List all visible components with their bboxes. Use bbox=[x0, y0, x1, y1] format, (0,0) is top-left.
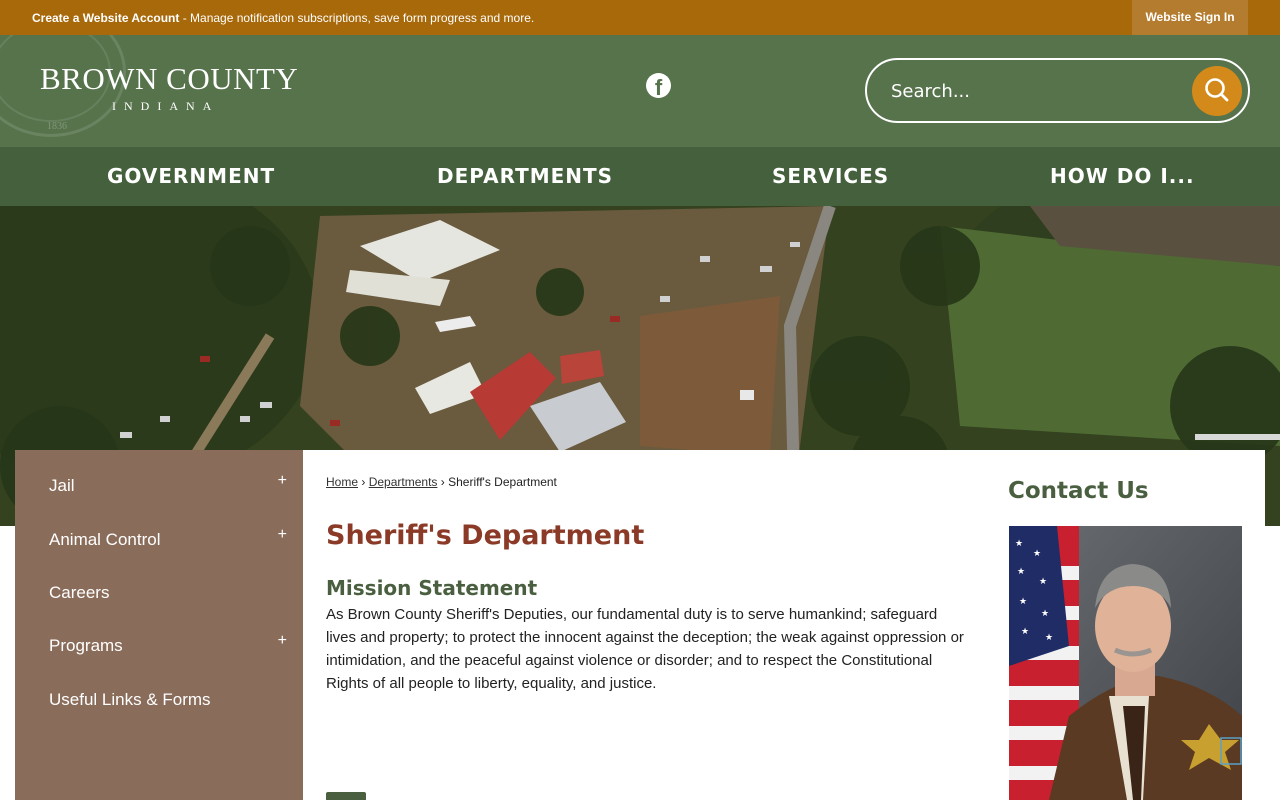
search-input[interactable] bbox=[891, 72, 1181, 110]
sidebar-item-animal-control[interactable]: Animal Control + bbox=[15, 513, 303, 566]
svg-text:★: ★ bbox=[1033, 549, 1041, 559]
sidebar-item-label: Jail bbox=[49, 476, 75, 495]
mission-statement-text: As Brown County Sheriff's Deputies, our … bbox=[326, 606, 964, 692]
svg-text:★: ★ bbox=[1015, 539, 1023, 549]
breadcrumb-current: Sheriff's Department bbox=[448, 475, 557, 489]
notification-text: - Manage notification subscriptions, sav… bbox=[179, 11, 535, 25]
svg-text:★: ★ bbox=[1019, 597, 1027, 607]
sidebar-item-useful-links-forms[interactable]: Useful Links & Forms bbox=[15, 673, 303, 726]
breadcrumb-separator: › bbox=[440, 475, 445, 489]
website-sign-in-button[interactable]: Website Sign In bbox=[1132, 0, 1248, 35]
sidebar-item-label: Animal Control bbox=[49, 530, 161, 549]
main-content: Home › Departments › Sheriff's Departmen… bbox=[303, 450, 1265, 800]
sidebar-item-label: Programs bbox=[49, 636, 123, 655]
sidebar-item-programs[interactable]: Programs + bbox=[15, 619, 303, 672]
nav-item-services[interactable]: SERVICES bbox=[772, 164, 889, 188]
expand-icon[interactable]: + bbox=[278, 526, 287, 544]
site-header: 1836 BROWN COUNTY INDIANA f bbox=[0, 35, 1280, 147]
notification-message: Create a Website Account - Manage notifi… bbox=[32, 11, 534, 25]
search-icon bbox=[1205, 78, 1229, 102]
nav-item-how-do-i[interactable]: HOW DO I... bbox=[1050, 164, 1195, 188]
expand-icon[interactable]: + bbox=[278, 632, 287, 650]
page-title: Sheriff's Department bbox=[326, 520, 645, 551]
sidebar-item-careers[interactable]: Careers bbox=[15, 566, 303, 619]
sidebar-item-label: Careers bbox=[49, 583, 110, 602]
svg-text:★: ★ bbox=[1045, 633, 1053, 643]
create-account-link[interactable]: Create a Website Account bbox=[32, 11, 179, 25]
next-section-heading-partial bbox=[326, 792, 366, 800]
breadcrumb-home-link[interactable]: Home bbox=[326, 475, 358, 489]
svg-text:★: ★ bbox=[1017, 567, 1025, 577]
svg-text:★: ★ bbox=[1041, 609, 1049, 619]
search-box bbox=[865, 58, 1250, 123]
search-button[interactable] bbox=[1192, 66, 1242, 116]
notification-bar: Create a Website Account - Manage notifi… bbox=[0, 0, 1280, 35]
svg-text:★: ★ bbox=[1021, 627, 1029, 637]
svg-text:★: ★ bbox=[1039, 577, 1047, 587]
site-name: BROWN COUNTY bbox=[40, 61, 299, 96]
sidebar-item-label: Useful Links & Forms bbox=[49, 690, 211, 709]
main-navigation: GOVERNMENT DEPARTMENTS SERVICES HOW DO I… bbox=[0, 147, 1280, 206]
breadcrumb: Home › Departments › Sheriff's Departmen… bbox=[326, 475, 557, 489]
site-state: INDIANA bbox=[112, 99, 220, 113]
expand-icon[interactable]: + bbox=[278, 472, 287, 490]
contact-us-heading: Contact Us bbox=[1008, 478, 1149, 504]
sidebar-item-jail[interactable]: Jail + bbox=[15, 459, 303, 512]
seal-year: 1836 bbox=[47, 121, 67, 132]
nav-item-government[interactable]: GOVERNMENT bbox=[107, 164, 275, 188]
sidebar-menu: Jail + Animal Control + Careers Programs… bbox=[15, 450, 303, 800]
sheriff-portrait: ★ ★ ★ ★ ★ ★ ★ ★ bbox=[1009, 526, 1242, 800]
mission-statement-heading: Mission Statement bbox=[326, 576, 538, 600]
sheriff-photo: ★ ★ ★ ★ ★ ★ ★ ★ bbox=[1009, 526, 1242, 800]
site-logo[interactable]: BROWN COUNTY INDIANA bbox=[40, 61, 298, 114]
breadcrumb-separator: › bbox=[361, 475, 366, 489]
nav-item-departments[interactable]: DEPARTMENTS bbox=[437, 164, 613, 188]
breadcrumb-departments-link[interactable]: Departments bbox=[369, 475, 438, 489]
facebook-icon[interactable]: f bbox=[646, 73, 671, 100]
